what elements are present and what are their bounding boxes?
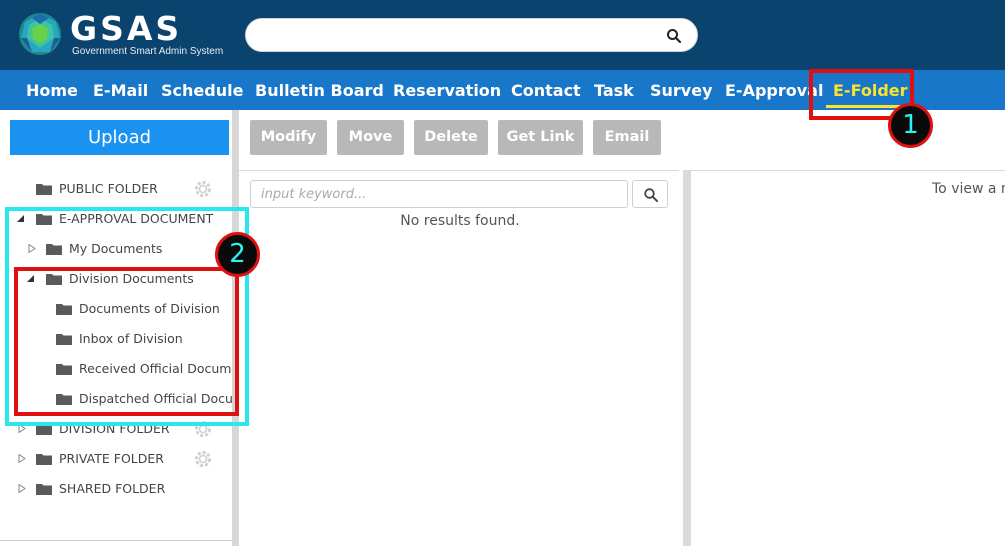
collapsed-arrow-icon[interactable] — [18, 454, 26, 463]
globe-logo-icon — [19, 13, 61, 55]
nav-home[interactable]: Home — [26, 70, 78, 110]
sidebar-divider — [0, 540, 232, 541]
nav-survey[interactable]: Survey — [650, 70, 713, 110]
folder-icon — [36, 454, 52, 465]
gear-icon[interactable] — [194, 180, 212, 198]
tree-item-shared-folder[interactable]: SHARED FOLDER — [0, 479, 232, 499]
get-link-button[interactable]: Get Link — [498, 120, 583, 155]
file-list-scrollbar[interactable] — [683, 170, 690, 546]
search-icon[interactable] — [665, 27, 683, 45]
nav-reservation[interactable]: Reservation — [393, 70, 501, 110]
empty-state-message: No results found. — [400, 213, 520, 229]
gear-icon[interactable] — [194, 450, 212, 468]
nav-contact[interactable]: Contact — [511, 70, 581, 110]
upload-button[interactable]: Upload — [10, 120, 229, 155]
nav-email[interactable]: E-Mail — [93, 70, 148, 110]
preview-panel — [690, 170, 1005, 546]
logo-subtitle: Government Smart Admin System — [72, 46, 224, 57]
email-button[interactable]: Email — [593, 120, 661, 155]
tree-item-label: PUBLIC FOLDER — [59, 181, 158, 196]
step-badge-1: 1 — [888, 103, 933, 148]
keyword-search-input[interactable] — [250, 180, 628, 208]
nav-schedule[interactable]: Schedule — [161, 70, 243, 110]
tree-item-private-folder[interactable]: PRIVATE FOLDER — [0, 449, 232, 469]
preview-hint: To view a m — [932, 181, 1005, 197]
global-search-input[interactable] — [245, 18, 698, 52]
step-badge-2: 2 — [215, 232, 260, 277]
logo-text: GSAS — [70, 9, 183, 48]
keyword-search-button[interactable] — [632, 180, 668, 208]
collapsed-arrow-icon[interactable] — [18, 484, 26, 493]
nav-task[interactable]: Task — [594, 70, 634, 110]
modify-button[interactable]: Modify — [250, 120, 327, 155]
nav-bulletin-board[interactable]: Bulletin Board — [255, 70, 384, 110]
delete-button[interactable]: Delete — [414, 120, 488, 155]
search-icon — [644, 188, 658, 202]
folder-icon — [36, 484, 52, 495]
tree-item-label: PRIVATE FOLDER — [59, 451, 164, 466]
app-header: GSAS Government Smart Admin System — [0, 0, 1005, 70]
highlight-box-division-documents — [14, 267, 239, 416]
folder-icon — [36, 184, 52, 195]
move-button[interactable]: Move — [337, 120, 404, 155]
tree-item-label: SHARED FOLDER — [59, 481, 166, 496]
tree-item-public-folder[interactable]: PUBLIC FOLDER — [0, 179, 232, 199]
gsas-logo[interactable]: GSAS Government Smart Admin System — [16, 10, 226, 60]
